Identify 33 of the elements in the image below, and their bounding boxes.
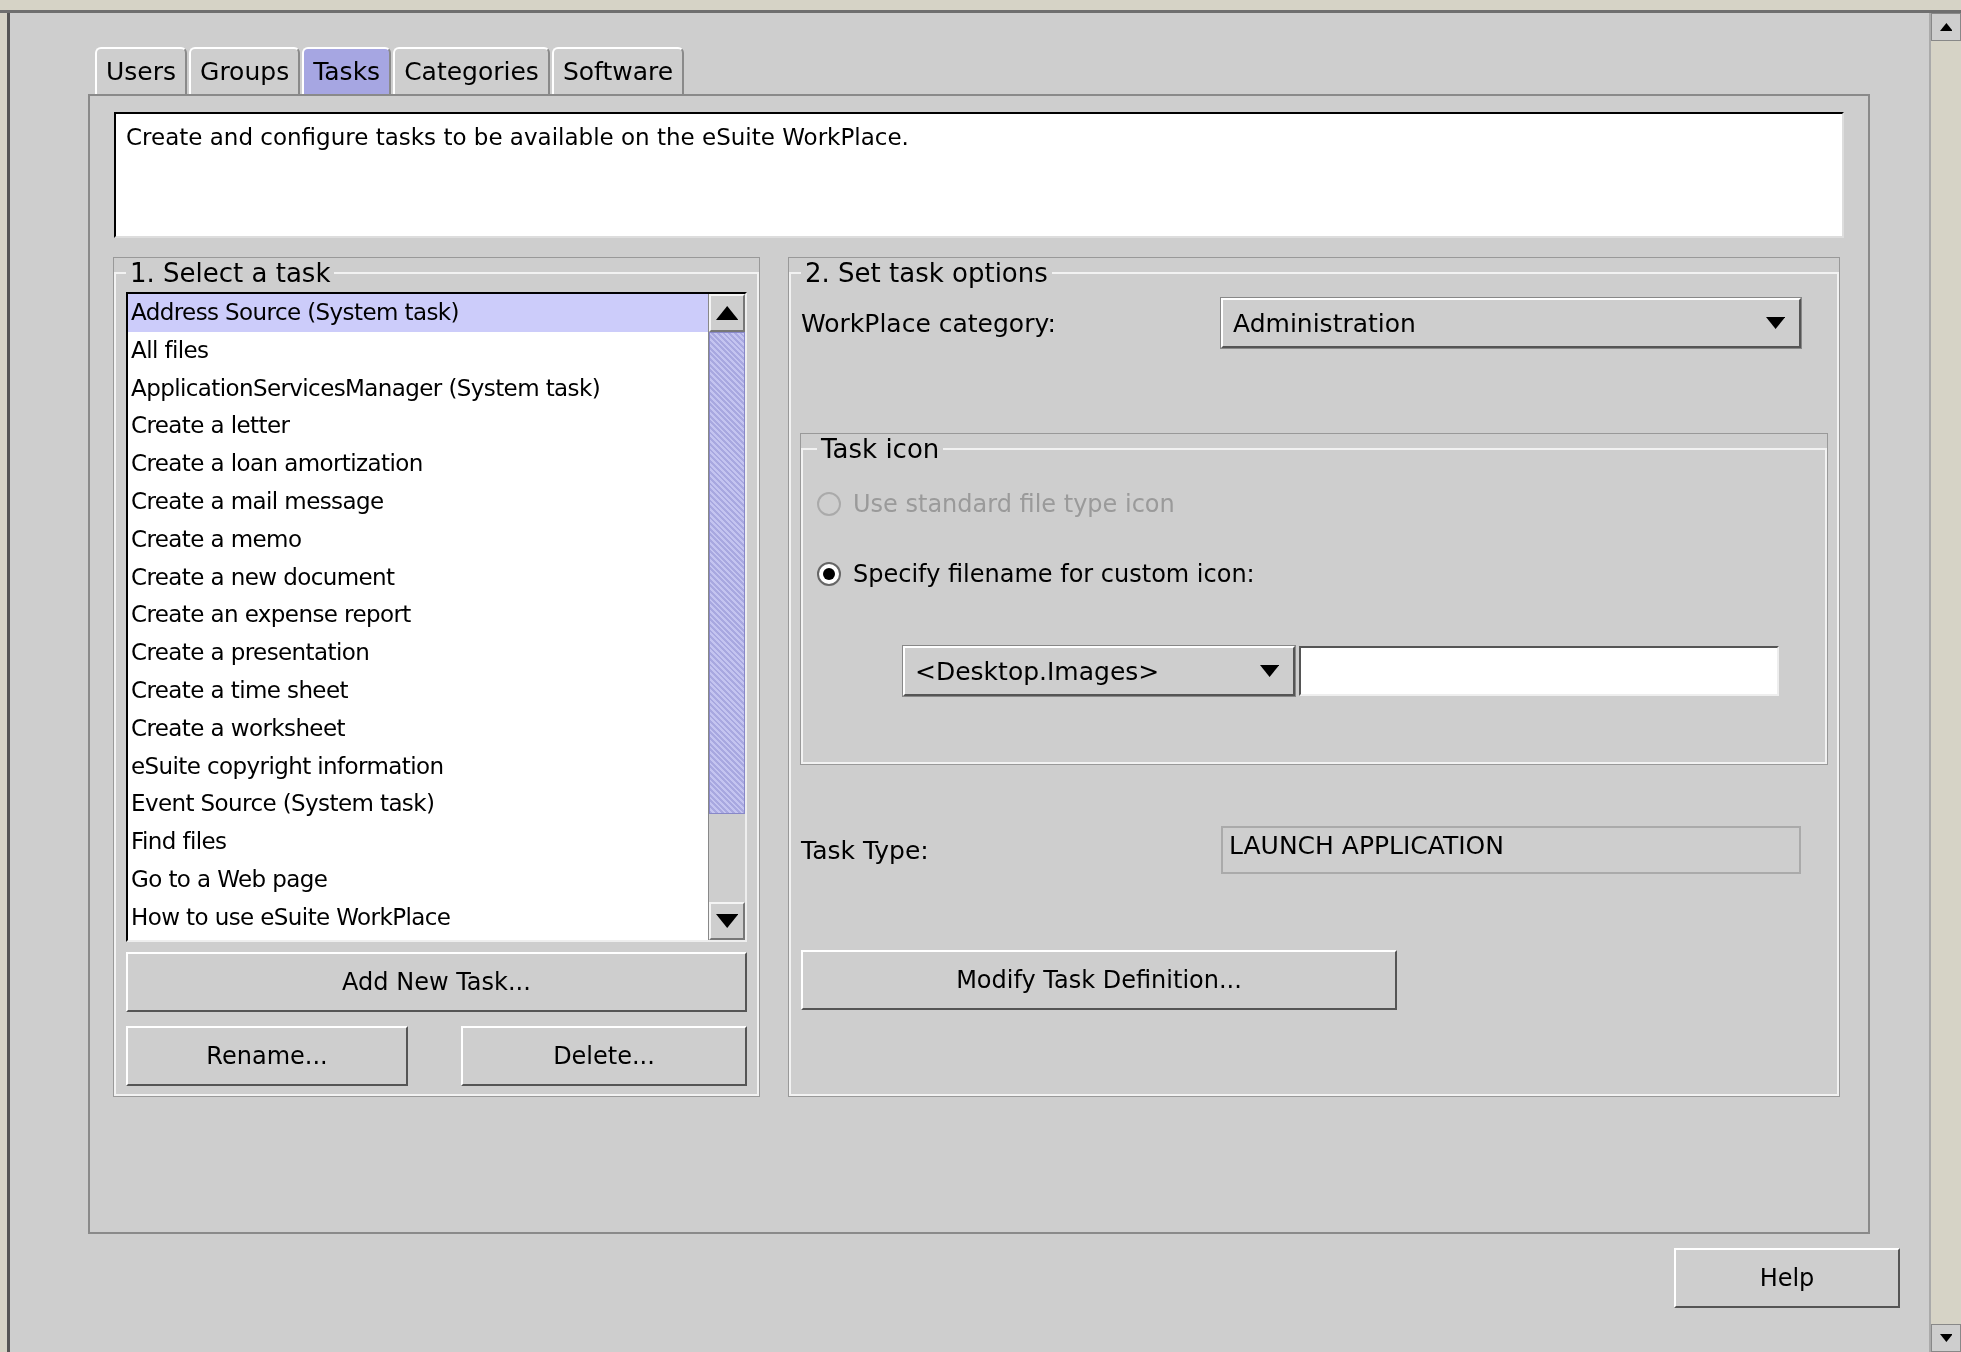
tab[interactable]: Categories (393, 47, 550, 94)
scroll-up-icon (1939, 23, 1953, 31)
scrollbar[interactable] (1929, 13, 1961, 1352)
add-task-button[interactable]: Add New Task... (126, 952, 747, 1012)
scroll-down-icon (1939, 1334, 1953, 1342)
tab[interactable]: Groups (189, 47, 301, 94)
caret-icon (1765, 317, 1785, 329)
task-type-field: LAUNCH APPLICATION (1221, 826, 1801, 874)
group-title: 2. Set task options (804, 258, 1049, 288)
delete-button[interactable]: Delete... (461, 1026, 747, 1086)
radio-icon[interactable] (817, 562, 841, 586)
help-button[interactable]: Help (1674, 1248, 1900, 1308)
radio-label: Specify filename for custom icon: (853, 560, 1255, 588)
tab[interactable]: Tasks (302, 47, 392, 94)
description-text: Create and configure tasks to be available on the eSuite WorkPlace. (114, 112, 1844, 238)
rename-button[interactable]: Rename... (126, 1026, 408, 1086)
task-item[interactable]: Address Source (System task) (128, 294, 708, 332)
group-title: 1. Select a task (129, 258, 332, 288)
tab[interactable]: Software (551, 47, 685, 94)
scroll-down-icon (715, 914, 739, 928)
scroll-up-icon (715, 306, 739, 320)
caret-icon (1259, 665, 1279, 677)
filename-field[interactable] (1299, 646, 1779, 696)
scrollbar[interactable] (708, 294, 745, 940)
tab[interactable]: Users (95, 47, 187, 94)
category-dropdown[interactable]: Administration (1221, 298, 1801, 348)
radio-option[interactable]: Specify filename for custom icon: (817, 560, 1811, 588)
folder-dropdown[interactable]: <Desktop.Images> (903, 646, 1295, 696)
scroll-thumb[interactable] (709, 332, 745, 814)
task-type-label: Task Type: (801, 835, 930, 865)
modify-task-button[interactable]: Modify Task Definition... (801, 950, 1397, 1010)
category-label: WorkPlace category: (801, 308, 1057, 338)
group-title: Task icon (820, 434, 941, 464)
